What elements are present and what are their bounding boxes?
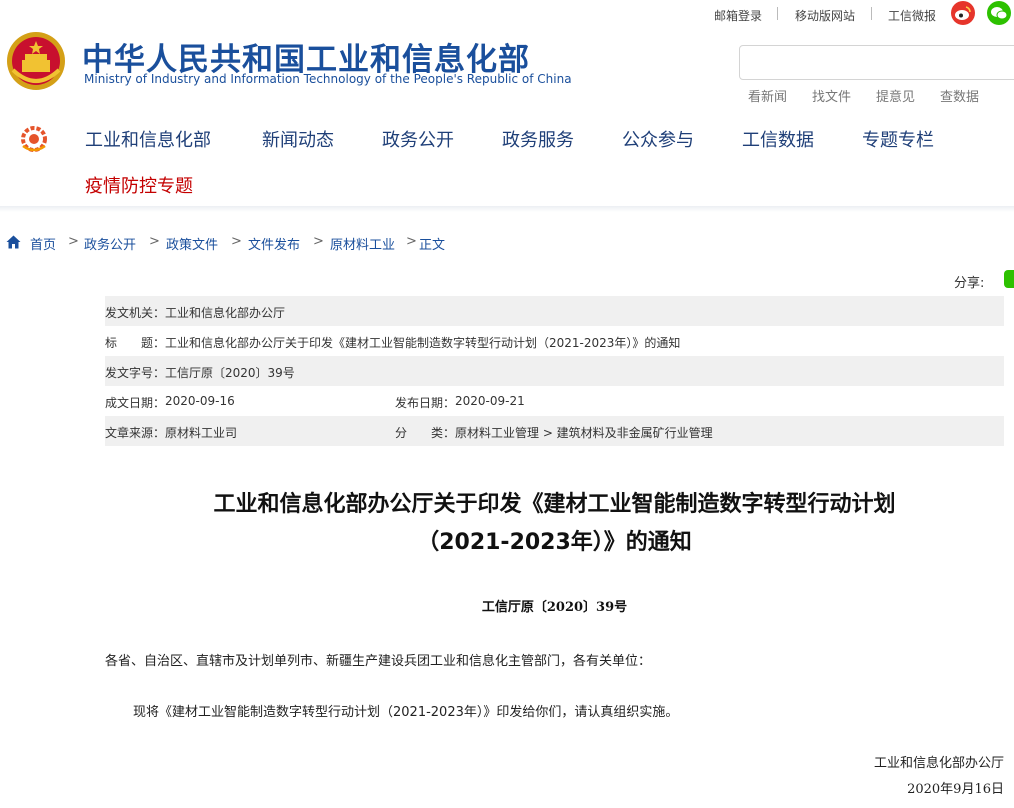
breadcrumb-home[interactable]: 首页	[30, 234, 56, 253]
ministry-logo-icon	[19, 124, 49, 154]
docno-label: 发文字号：	[105, 366, 166, 380]
quick-link-data[interactable]: 查数据	[940, 86, 979, 105]
nav-divider	[0, 206, 1014, 212]
article-body: 现将《建材工业智能制造数字转型行动计划（2021-2023年）》印发给你们，请认…	[133, 705, 679, 720]
category-label: 分 类：	[395, 426, 456, 440]
mobile-site-link[interactable]: 移动版网站	[795, 7, 855, 24]
breadcrumb-policy-files[interactable]: 政策文件	[166, 234, 218, 253]
breadcrumb-separator: >	[406, 234, 417, 249]
nav-ministry[interactable]: 工业和信息化部	[85, 126, 211, 152]
article-title-line1: 工业和信息化部办公厅关于印发《建材工业智能制造数字转型行动计划	[213, 492, 896, 517]
published-date-value: 2020-09-21	[455, 394, 525, 408]
title-label: 标 题：	[105, 336, 166, 350]
nav-special-topics[interactable]: 专题专栏	[862, 126, 934, 152]
nav-news[interactable]: 新闻动态	[262, 126, 334, 152]
mail-login-link[interactable]: 邮箱登录	[714, 7, 762, 24]
breadcrumb-gov-affairs[interactable]: 政务公开	[84, 234, 136, 253]
wechat-icon[interactable]	[987, 1, 1011, 25]
info-row-docno: 发文字号： 工信厅原〔2020〕39号	[105, 356, 1004, 386]
breadcrumb-separator: >	[68, 234, 79, 249]
share-label: 分享:	[954, 276, 985, 291]
breadcrumb-separator: >	[231, 234, 242, 249]
nav-public-participation[interactable]: 公众参与	[622, 126, 694, 152]
nav-government-services[interactable]: 政务服务	[502, 126, 574, 152]
search-input[interactable]	[739, 45, 1014, 80]
quick-link-files[interactable]: 找文件	[812, 86, 851, 105]
source-value: 原材料工业司	[165, 426, 238, 440]
info-row-dates: 成文日期： 2020-09-16 发布日期： 2020-09-21	[105, 386, 1004, 416]
issuer-value: 工业和信息化部办公厅	[165, 306, 286, 320]
docno-value: 工信厅原〔2020〕39号	[165, 366, 295, 380]
quick-link-feedback[interactable]: 提意见	[876, 86, 915, 105]
quick-link-news[interactable]: 看新闻	[748, 86, 787, 105]
title-value: 工业和信息化部办公厅关于印发《建材工业智能制造数字转型行动计划（2021-202…	[165, 336, 681, 350]
home-icon[interactable]	[6, 234, 21, 249]
issuer-label: 发文机关：	[105, 306, 166, 320]
breadcrumb-current: 正文	[419, 238, 446, 253]
published-date-label: 发布日期：	[395, 396, 456, 410]
info-row-title: 标 题： 工业和信息化部办公厅关于印发《建材工业智能制造数字转型行动计划（202…	[105, 326, 1004, 356]
article-salutation: 各省、自治区、直辖市及计划单列市、新疆生产建设兵团工业和信息化主管部门，各有关单…	[105, 654, 652, 669]
article-doc-number: 工信厅原〔2020〕39号	[481, 600, 628, 615]
site-title-english: Ministry of Industry and Information Tec…	[84, 72, 572, 86]
info-row-issuer: 发文机关： 工业和信息化部办公厅	[105, 296, 1004, 326]
article-title-line2: （2021-2023年）》的通知	[417, 530, 692, 555]
breadcrumb-file-release[interactable]: 文件发布	[248, 234, 300, 253]
article-date: 2020年9月16日	[907, 782, 1004, 797]
nav-epidemic-special[interactable]: 疫情防控专题	[85, 172, 193, 198]
share-wechat-icon[interactable]	[1004, 270, 1014, 288]
nav-data[interactable]: 工信数据	[742, 126, 814, 152]
source-label: 文章来源：	[105, 426, 166, 440]
written-date-value: 2020-09-16	[165, 394, 235, 408]
top-divider	[871, 7, 872, 20]
weibo-icon[interactable]	[951, 1, 975, 25]
weibo-link[interactable]: 工信微报	[888, 7, 936, 24]
breadcrumb-raw-materials[interactable]: 原材料工业	[330, 234, 395, 253]
nav-government-affairs[interactable]: 政务公开	[382, 126, 454, 152]
top-divider	[777, 7, 778, 20]
written-date-label: 成文日期：	[105, 396, 166, 410]
info-row-source: 文章来源： 原材料工业司 分 类： 原材料工业管理 > 建筑材料及非金属矿行业管…	[105, 416, 1004, 446]
category-value: 原材料工业管理 > 建筑材料及非金属矿行业管理	[455, 426, 713, 440]
article-signature: 工业和信息化部办公厅	[873, 756, 1004, 771]
breadcrumb-separator: >	[313, 234, 324, 249]
breadcrumb-separator: >	[149, 234, 160, 249]
national-emblem-icon	[5, 30, 67, 92]
